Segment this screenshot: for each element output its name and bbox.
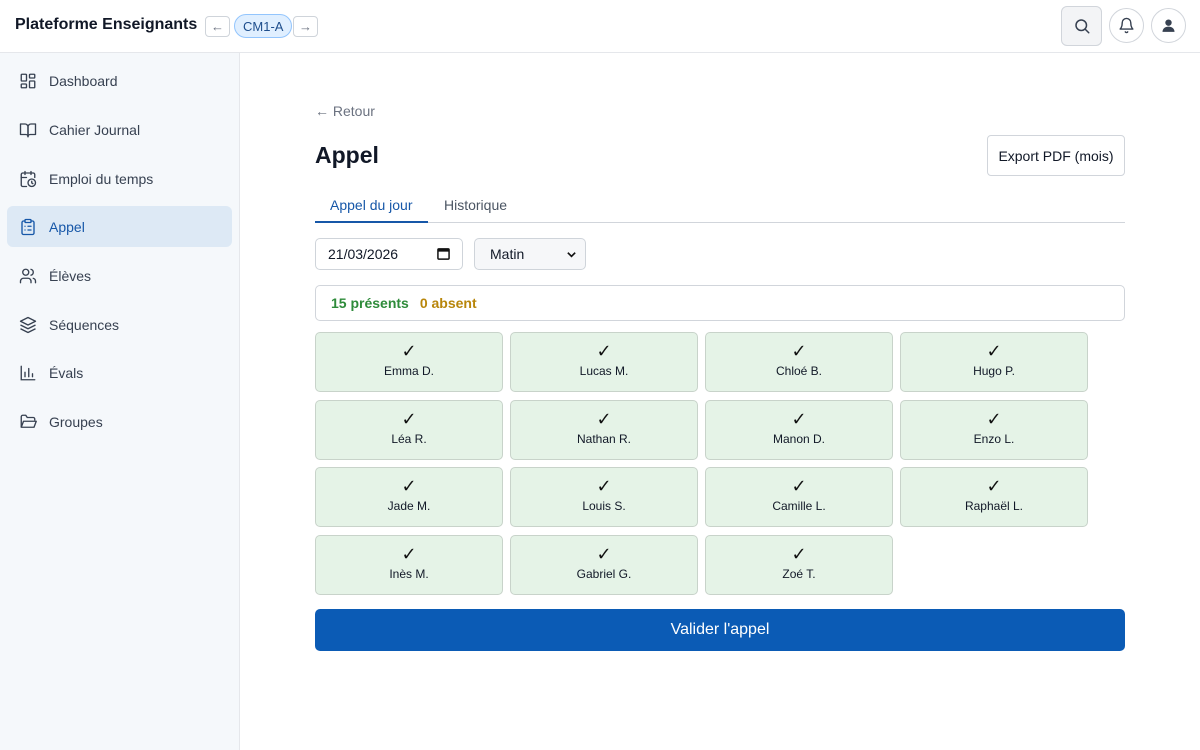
student-name: Camille L. (772, 499, 826, 513)
student-name: Nathan R. (576, 432, 632, 446)
sidebar-item-cahier-journal[interactable]: Cahier Journal (7, 109, 232, 150)
student-name: Inès M. (389, 567, 429, 581)
bar-chart-icon (19, 364, 37, 382)
sidebar-item-label: Groupes (49, 413, 103, 430)
attendance-summary: 15 présents 0 absent (315, 285, 1125, 321)
page-title: Appel (315, 142, 379, 168)
student-card[interactable]: ✓ Camille L. (705, 467, 893, 527)
clipboard-icon (19, 218, 37, 236)
student-card[interactable]: ✓ Manon D. (705, 400, 893, 460)
check-icon: ✓ (791, 409, 807, 430)
prev-class-button[interactable]: ← (205, 16, 230, 37)
student-name: Manon D. (772, 432, 826, 446)
validate-attendance-button[interactable]: Valider l'appel (315, 609, 1125, 651)
profile-button[interactable] (1151, 8, 1186, 43)
student-name: Gabriel G. (576, 567, 632, 581)
sidebar-item-label: Emploi du temps (49, 170, 154, 187)
student-card[interactable]: ✓ Lucas M. (510, 332, 698, 392)
date-input[interactable]: 21/03/2026 (315, 238, 463, 270)
book-icon (19, 121, 37, 139)
sidebar: Dashboard Cahier Journal Emploi du temps… (0, 53, 240, 750)
student-name: Hugo P. (973, 364, 1015, 378)
student-card[interactable]: ✓ Gabriel G. (510, 535, 698, 595)
sidebar-item-evals[interactable]: Évals (7, 352, 232, 393)
student-name: Louis S. (582, 499, 626, 513)
student-name: Chloé B. (775, 364, 823, 378)
app-title: Plateforme Enseignants (15, 16, 198, 33)
check-icon: ✓ (596, 409, 612, 430)
notifications-button[interactable] (1109, 8, 1144, 43)
check-icon: ✓ (986, 409, 1002, 430)
tab-historique[interactable]: Historique (429, 192, 522, 223)
tab-appel-du-jour[interactable]: Appel du jour (315, 192, 428, 223)
check-icon: ✓ (401, 341, 417, 362)
student-card[interactable]: ✓ Jade M. (315, 467, 503, 527)
export-pdf-button[interactable]: Export PDF (mois) (987, 135, 1125, 176)
calendar-clock-icon (19, 170, 37, 188)
sidebar-item-label: Élèves (49, 267, 92, 284)
check-icon: ✓ (791, 476, 807, 497)
student-name: Jade M. (387, 499, 431, 513)
sidebar-item-emploi-du-temps[interactable]: Emploi du temps (7, 158, 232, 199)
check-icon: ✓ (401, 544, 417, 565)
date-value: 21/03/2026 (328, 246, 399, 262)
bell-icon (1119, 17, 1134, 34)
check-icon: ✓ (791, 544, 807, 565)
sidebar-item-groupes[interactable]: Groupes (7, 401, 232, 442)
present-count: 15 présents (331, 295, 409, 311)
student-card[interactable]: ✓ Raphaël L. (900, 467, 1088, 527)
student-card[interactable]: ✓ Zoé T. (705, 535, 893, 595)
next-class-button[interactable]: → (293, 16, 318, 37)
sidebar-item-dashboard[interactable]: Dashboard (7, 60, 232, 101)
check-icon: ✓ (596, 544, 612, 565)
check-icon: ✓ (401, 409, 417, 430)
student-card[interactable]: ✓ Louis S. (510, 467, 698, 527)
student-card[interactable]: ✓ Enzo L. (900, 400, 1088, 460)
student-card[interactable]: ✓ Nathan R. (510, 400, 698, 460)
student-name: Zoé T. (782, 567, 816, 581)
period-select[interactable]: Matin (474, 238, 586, 270)
search-icon (1074, 19, 1089, 34)
class-selector[interactable]: CM1-A (234, 14, 293, 38)
dashboard-icon (19, 72, 37, 90)
folder-icon (19, 413, 37, 431)
student-name: Enzo L. (973, 432, 1015, 446)
student-name: Lucas M. (579, 364, 629, 378)
calendar-icon (437, 248, 450, 260)
sidebar-item-label: Appel (49, 218, 85, 235)
back-link[interactable]: ← Retour (315, 103, 375, 119)
student-card[interactable]: ✓ Emma D. (315, 332, 503, 392)
student-name: Raphaël L. (964, 499, 1024, 513)
student-name: Emma D. (383, 364, 434, 378)
absent-count: 0 absent (419, 295, 477, 311)
sidebar-item-appel[interactable]: Appel (7, 206, 232, 247)
student-card[interactable]: ✓ Hugo P. (900, 332, 1088, 392)
top-bar: Plateforme Enseignants ← CM1-A → (0, 0, 1200, 53)
sidebar-item-sequences[interactable]: Séquences (7, 304, 232, 345)
check-icon: ✓ (596, 476, 612, 497)
search-button[interactable] (1061, 6, 1102, 46)
sidebar-item-label: Évals (49, 364, 84, 381)
check-icon: ✓ (986, 476, 1002, 497)
student-card[interactable]: ✓ Chloé B. (705, 332, 893, 392)
layers-icon (19, 316, 37, 334)
sidebar-item-eleves[interactable]: Élèves (7, 255, 232, 296)
users-icon (19, 267, 37, 285)
student-name: Léa R. (391, 432, 427, 446)
period-value: Matin (490, 246, 525, 262)
user-icon (1162, 19, 1175, 32)
sidebar-item-label: Dashboard (49, 72, 118, 89)
sidebar-item-label: Séquences (49, 316, 120, 333)
chevron-down-icon (567, 252, 576, 258)
student-card[interactable]: ✓ Léa R. (315, 400, 503, 460)
check-icon: ✓ (596, 341, 612, 362)
check-icon: ✓ (401, 476, 417, 497)
sidebar-item-label: Cahier Journal (49, 121, 141, 138)
check-icon: ✓ (791, 341, 807, 362)
tabs: Appel du jour Historique (315, 192, 1125, 223)
student-card[interactable]: ✓ Inès M. (315, 535, 503, 595)
check-icon: ✓ (986, 341, 1002, 362)
